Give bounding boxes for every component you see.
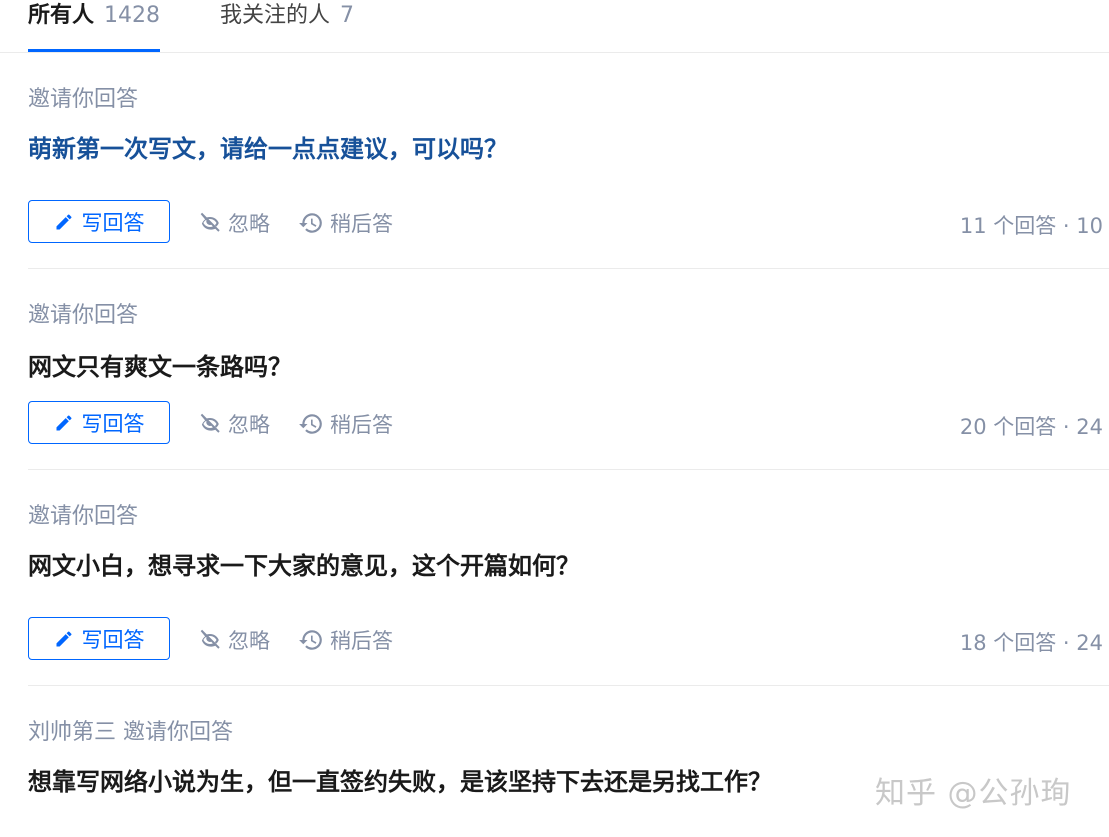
ignore-button[interactable]: 忽略 bbox=[198, 409, 270, 439]
ignore-button[interactable]: 忽略 bbox=[198, 625, 270, 655]
write-answer-button[interactable]: 写回答 bbox=[28, 200, 170, 243]
ignore-label: 忽略 bbox=[228, 629, 270, 653]
eye-off-icon bbox=[200, 212, 220, 232]
write-answer-label: 写回答 bbox=[81, 411, 145, 436]
write-answer-button[interactable]: 写回答 bbox=[28, 401, 170, 444]
question-title[interactable]: 萌新第一次写文，请给一点点建议，可以吗？ bbox=[28, 129, 508, 164]
pencil-icon bbox=[56, 415, 71, 430]
question-card: 邀请你回答 萌新第一次写文，请给一点点建议，可以吗？ 写回答 忽略 稍后答 11… bbox=[28, 53, 1109, 268]
question-card: 邀请你回答 网文只有爽文一条路吗？ 写回答 忽略 稍后答 20 个回答 · 24 bbox=[28, 269, 1109, 469]
tab-everyone[interactable]: 所有人 1428 bbox=[28, 0, 160, 52]
ignore-label: 忽略 bbox=[228, 212, 270, 236]
tab-everyone-count: 1428 bbox=[104, 3, 161, 28]
question-title[interactable]: 网文只有爽文一条路吗？ bbox=[28, 347, 292, 382]
eye-off-icon bbox=[200, 413, 220, 433]
tab-everyone-label: 所有人 bbox=[28, 3, 95, 28]
tab-following[interactable]: 我关注的人 7 bbox=[220, 0, 354, 52]
answer-count: 11 个回答 · 10 bbox=[959, 214, 1103, 238]
history-icon bbox=[299, 213, 322, 233]
answer-count: 18 个回答 · 24 bbox=[959, 631, 1103, 655]
invite-label: 邀请你回答 bbox=[28, 303, 139, 328]
answer-later-label: 稍后答 bbox=[330, 413, 393, 437]
question-title[interactable]: 网文小白，想寻求一下大家的意见，这个开篇如何？ bbox=[28, 546, 580, 581]
invite-label: 刘帅第三 邀请你回答 bbox=[28, 720, 233, 745]
question-title[interactable]: 想靠写网络小说为生，但一直签约失败，是该坚持下去还是另找工作？ bbox=[28, 762, 772, 797]
pencil-icon bbox=[56, 631, 71, 646]
write-answer-label: 写回答 bbox=[81, 627, 145, 652]
history-icon bbox=[299, 414, 322, 434]
invite-label: 邀请你回答 bbox=[28, 504, 139, 529]
answer-later-label: 稍后答 bbox=[330, 212, 393, 236]
write-answer-label: 写回答 bbox=[81, 210, 145, 235]
eye-off-icon bbox=[200, 629, 220, 649]
history-icon bbox=[299, 630, 322, 650]
watermark: 知乎 @公孙珣 bbox=[875, 776, 1072, 811]
pencil-icon bbox=[56, 214, 71, 229]
answer-later-button[interactable]: 稍后答 bbox=[298, 625, 393, 655]
ignore-label: 忽略 bbox=[228, 413, 270, 437]
answer-later-label: 稍后答 bbox=[330, 629, 393, 653]
answer-later-button[interactable]: 稍后答 bbox=[298, 208, 393, 238]
invite-label: 邀请你回答 bbox=[28, 87, 139, 112]
invite-tabs: 所有人 1428 我关注的人 7 bbox=[28, 0, 1109, 52]
question-card: 刘帅第三 邀请你回答 想靠写网络小说为生，但一直签约失败，是该坚持下去还是另找工… bbox=[28, 686, 1109, 837]
ignore-button[interactable]: 忽略 bbox=[198, 208, 270, 238]
write-answer-button[interactable]: 写回答 bbox=[28, 617, 170, 660]
answer-count: 20 个回答 · 24 bbox=[959, 415, 1103, 439]
tab-following-label: 我关注的人 bbox=[220, 3, 331, 28]
question-card: 邀请你回答 网文小白，想寻求一下大家的意见，这个开篇如何？ 写回答 忽略 稍后答… bbox=[28, 470, 1109, 685]
tab-following-count: 7 bbox=[340, 3, 355, 28]
answer-later-button[interactable]: 稍后答 bbox=[298, 409, 393, 439]
